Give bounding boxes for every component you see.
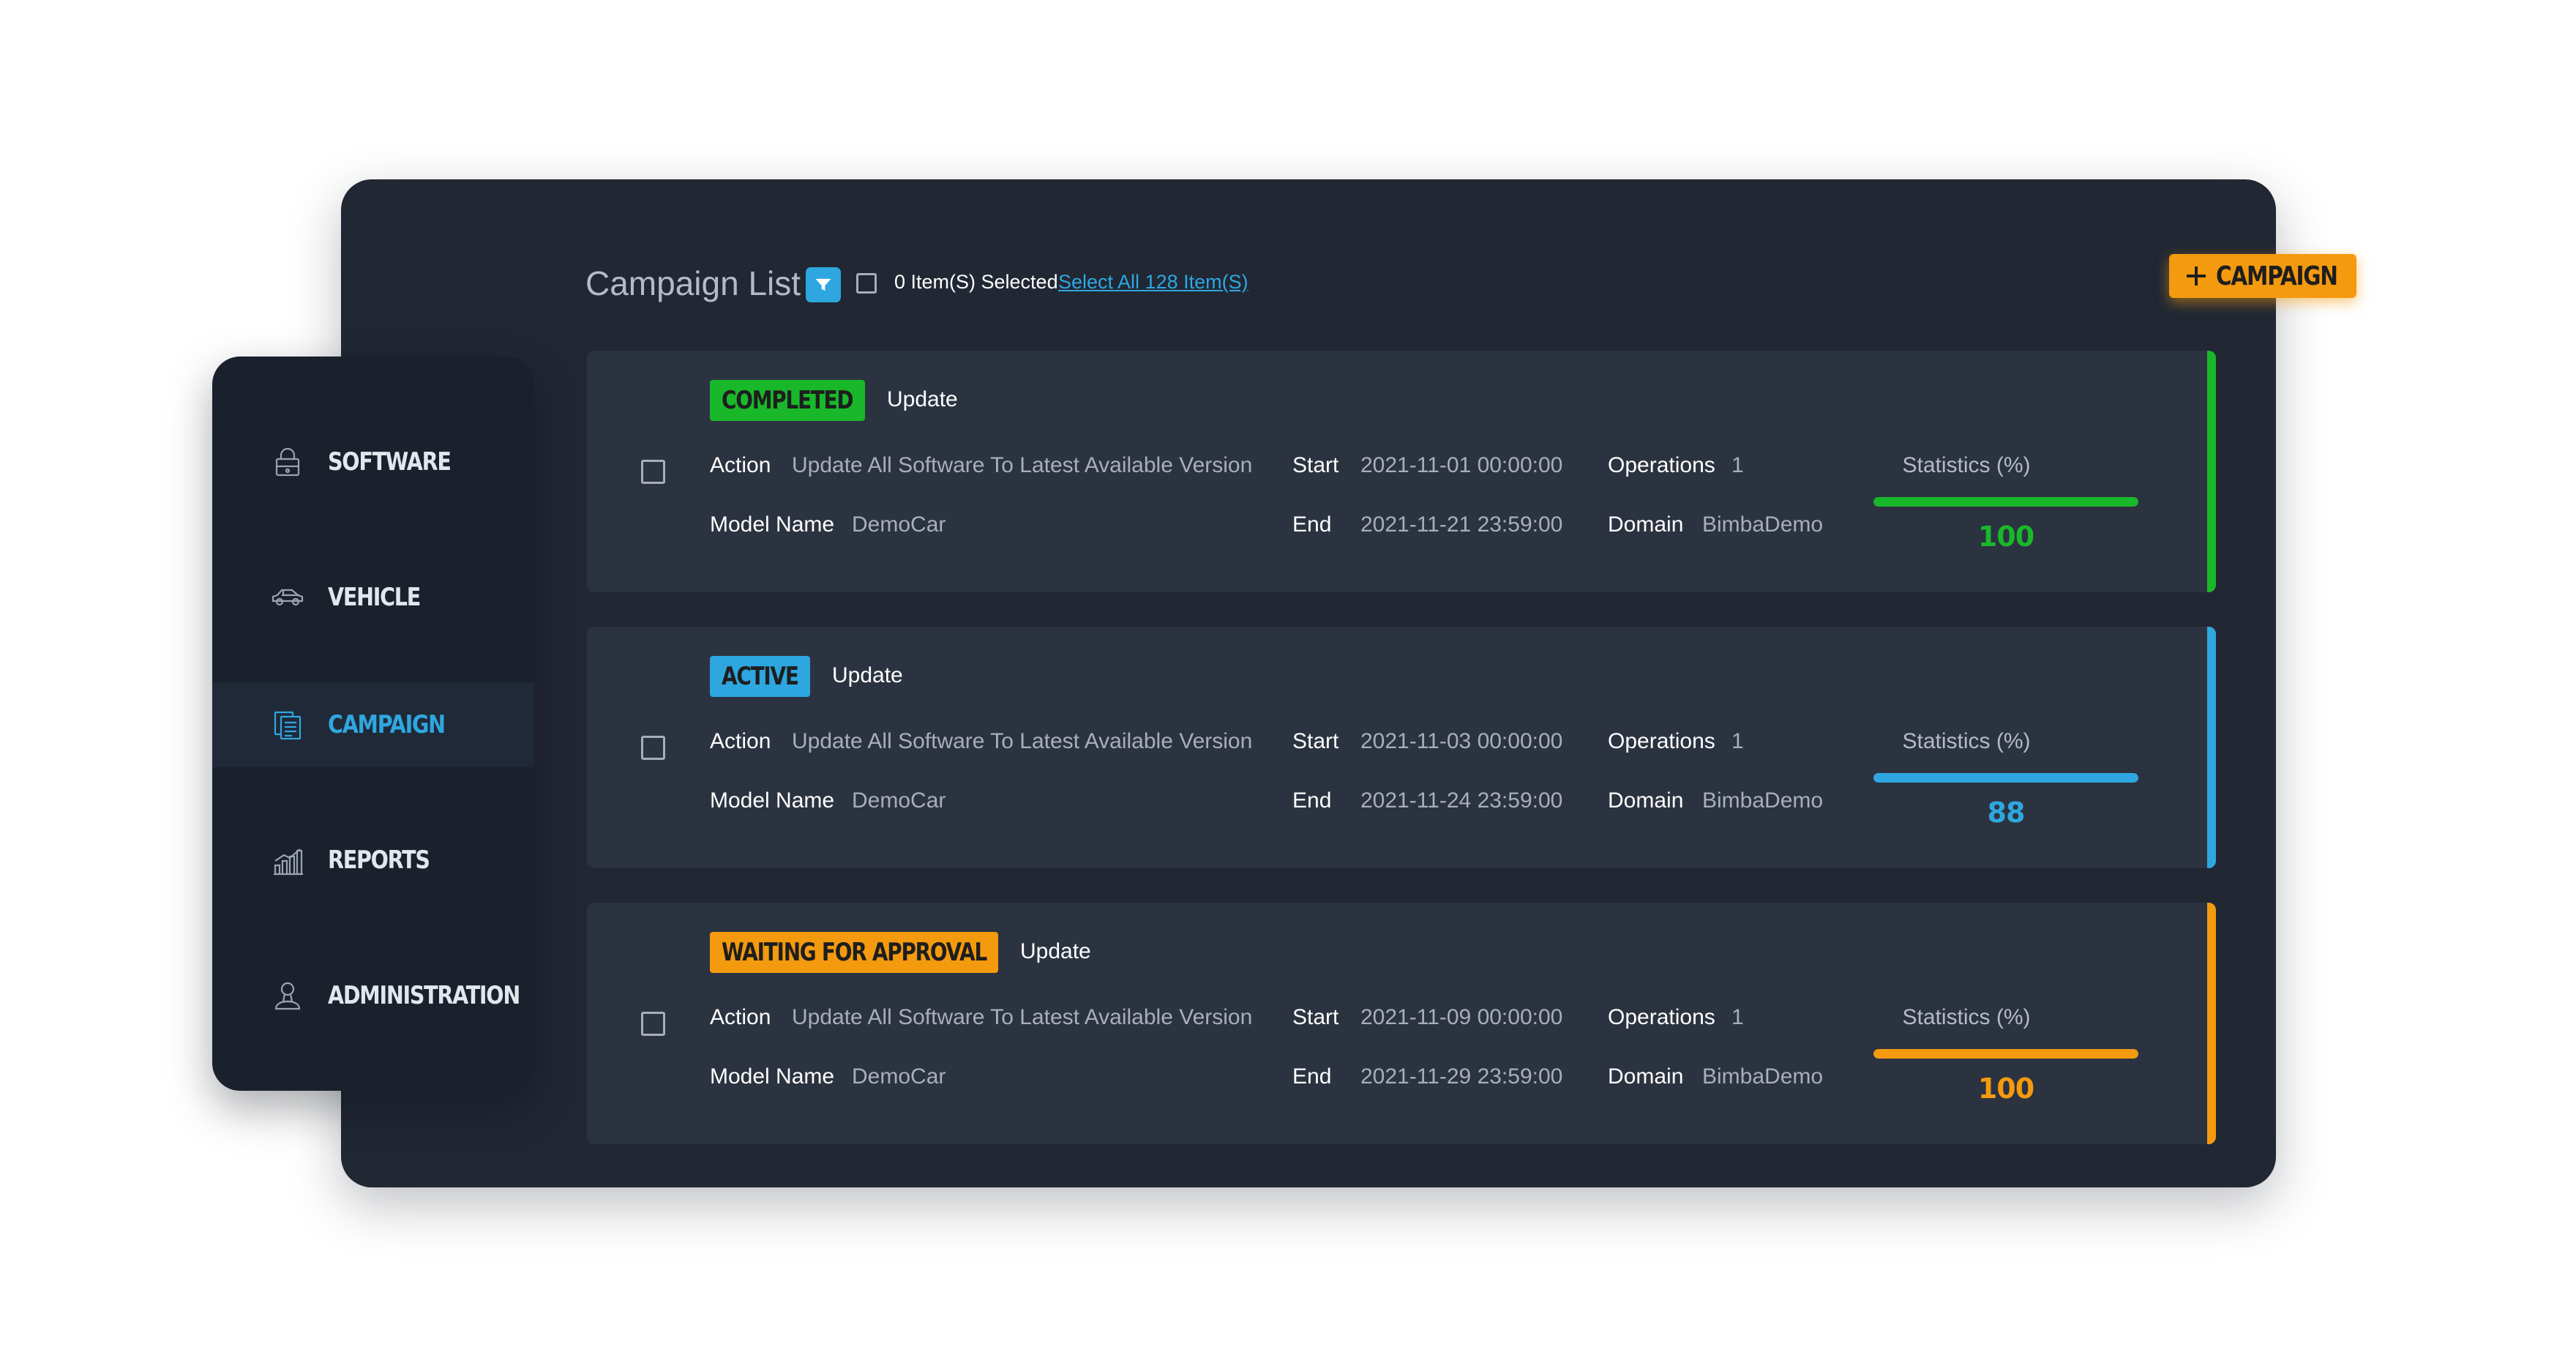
campaign-type: Update [832,663,903,687]
selected-count: 0 Item(S) Selected [894,271,1058,293]
start-value: 2021-11-01 00:00:00 [1360,453,1563,477]
row-checkbox[interactable] [641,736,665,760]
operations-value: 1 [1731,453,1744,477]
start-label: Start [1292,1005,1339,1029]
statistics-bar [1873,497,2138,507]
status-badge: WAITING FOR APPROVAL [710,932,998,973]
operations-label: Operations [1608,453,1715,477]
sidebar-item-vehicle[interactable]: VEHICLE [212,555,534,640]
action-value: Update All Software To Latest Available … [792,729,1253,753]
operations-value: 1 [1731,1005,1744,1029]
status-text: WAITING FOR APPROVAL [722,938,987,967]
model-value: DemoCar [852,1064,946,1089]
campaign-card[interactable]: COMPLETED Update Action Update All Softw… [587,351,2216,592]
campaign-type: Update [887,387,958,411]
model-value: DemoCar [852,512,946,537]
sidebar-item-reports[interactable]: REPORTS [212,818,534,903]
action-label: Action [710,453,771,477]
add-campaign-label: CAMPAIGN [2216,261,2338,291]
status-badge: COMPLETED [710,380,865,421]
statistics-value: 100 [1977,1072,2034,1105]
status-edge [2207,627,2216,868]
sidebar-item-label: CAMPAIGN [328,710,446,739]
start-value: 2021-11-09 00:00:00 [1360,1005,1563,1029]
row-checkbox[interactable] [641,1012,665,1036]
action-value: Update All Software To Latest Available … [792,453,1253,477]
bar-chart-icon [269,842,306,878]
sidebar-item-campaign[interactable]: CAMPAIGN [212,682,534,767]
model-label: Model Name [710,788,835,813]
statistics-bar-fill [1873,497,2138,507]
end-label: End [1292,512,1332,537]
end-value: 2021-11-29 23:59:00 [1360,1064,1563,1089]
campaign-card[interactable]: ACTIVE Update Action Update All Software… [587,627,2216,868]
statistics-bar [1873,1049,2138,1059]
status-badge: ACTIVE [710,656,810,697]
select-all-link[interactable]: Select All 128 Item(S) [1058,271,1248,294]
model-value: DemoCar [852,788,946,813]
start-label: Start [1292,453,1339,477]
end-label: End [1292,1064,1332,1089]
start-value: 2021-11-03 00:00:00 [1360,729,1563,753]
domain-value: BimbaDemo [1702,512,1824,537]
end-value: 2021-11-24 23:59:00 [1360,788,1563,813]
end-value: 2021-11-21 23:59:00 [1360,512,1563,537]
statistics-label: Statistics (%) [1902,729,2031,753]
end-label: End [1292,788,1332,813]
statistics-bar [1873,773,2138,783]
statistics-value: 100 [1977,520,2034,553]
sidebar: SOFTWARE VEHICLE CAMPAIGN REPORTS ADMINI… [212,357,534,1091]
statistics-value: 88 [1987,796,2026,829]
select-all-checkbox[interactable] [856,273,877,294]
campaign-type: Update [1020,939,1091,963]
sidebar-item-software[interactable]: SOFTWARE [212,419,534,504]
statistics-label: Statistics (%) [1902,1005,2031,1029]
car-icon [269,579,306,616]
sidebar-item-label: SOFTWARE [328,447,452,477]
domain-value: BimbaDemo [1702,788,1824,813]
status-text: COMPLETED [722,386,854,415]
domain-value: BimbaDemo [1702,1064,1824,1089]
start-label: Start [1292,729,1339,753]
operations-label: Operations [1608,729,1715,753]
status-edge [2207,351,2216,592]
row-checkbox[interactable] [641,460,665,484]
statistics-label: Statistics (%) [1902,453,2031,477]
campaign-card[interactable]: WAITING FOR APPROVAL Update Action Updat… [587,903,2216,1144]
model-label: Model Name [710,512,835,537]
sidebar-item-label: ADMINISTRATION [328,981,520,1010]
plus-icon [2187,266,2206,286]
status-text: ACTIVE [722,662,799,691]
filter-icon [815,278,831,291]
sidebar-item-label: VEHICLE [328,583,421,612]
domain-label: Domain [1608,1064,1684,1089]
model-label: Model Name [710,1064,835,1089]
statistics-bar-fill [1873,1049,2138,1059]
action-label: Action [710,729,771,753]
operations-label: Operations [1608,1005,1715,1029]
page-title: Campaign List [585,264,801,302]
domain-label: Domain [1608,512,1684,537]
sidebar-item-administration[interactable]: ADMINISTRATION [212,953,534,1038]
lock-software-icon [269,444,306,480]
user-admin-icon [269,977,306,1014]
documents-icon [269,706,306,743]
status-edge [2207,903,2216,1144]
sidebar-item-label: REPORTS [328,846,430,875]
statistics-bar-fill [1873,773,2138,783]
action-label: Action [710,1005,771,1029]
filter-button[interactable] [806,267,841,302]
operations-value: 1 [1731,729,1744,753]
action-value: Update All Software To Latest Available … [792,1005,1253,1029]
add-campaign-button[interactable]: CAMPAIGN [2169,254,2356,298]
domain-label: Domain [1608,788,1684,813]
